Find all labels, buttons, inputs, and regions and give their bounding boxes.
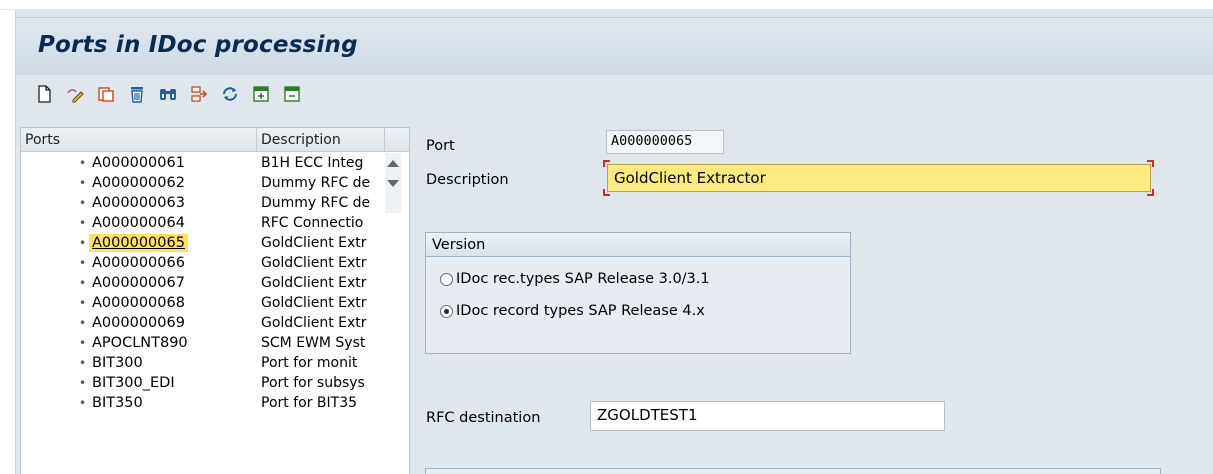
title-bar: Ports in IDoc processing bbox=[16, 17, 1213, 75]
ports-list-rows: • A000000061 B1H ECC Integ • A000000062 Dumm… bbox=[21, 153, 385, 413]
port-description: RFC Connectio bbox=[261, 215, 364, 231]
delete-icon[interactable] bbox=[125, 82, 149, 106]
list-item[interactable]: • A000000067 GoldClient Extr bbox=[21, 273, 385, 293]
where-used-icon[interactable] bbox=[187, 82, 211, 106]
port-name[interactable]: APOCLNT890 bbox=[89, 334, 191, 352]
port-name[interactable]: A000000068 bbox=[89, 294, 188, 312]
port-description: Port for monit bbox=[261, 355, 358, 371]
find-icon[interactable] bbox=[156, 82, 180, 106]
list-item[interactable]: • A000000064 RFC Connectio bbox=[21, 213, 385, 233]
create-icon[interactable] bbox=[32, 82, 56, 106]
toolbar bbox=[16, 75, 1213, 115]
list-item[interactable]: • BIT350 Port for BIT35 bbox=[21, 393, 385, 413]
version-group-title: Version bbox=[426, 233, 850, 257]
required-corner-mark bbox=[1147, 160, 1154, 167]
port-name[interactable]: A000000061 bbox=[89, 154, 188, 172]
port-description: GoldClient Extr bbox=[261, 295, 367, 311]
radio-release-3[interactable]: IDoc rec.types SAP Release 3.0/3.1 bbox=[440, 271, 710, 287]
change-icon[interactable] bbox=[63, 82, 87, 106]
next-group-box bbox=[425, 468, 1161, 474]
port-name[interactable]: A000000066 bbox=[89, 254, 188, 272]
page-title: Ports in IDoc processing bbox=[38, 32, 358, 58]
left-edge bbox=[0, 10, 16, 474]
ports-list-header: Ports Description bbox=[21, 128, 409, 152]
list-item[interactable]: • A000000061 B1H ECC Integ bbox=[21, 153, 385, 173]
list-item[interactable]: • BIT300_EDI Port for subsys bbox=[21, 373, 385, 393]
port-description: GoldClient Extr bbox=[261, 275, 367, 291]
port-name[interactable]: BIT300 bbox=[89, 354, 146, 372]
radio-label: IDoc record types SAP Release 4.x bbox=[456, 303, 705, 319]
description-input[interactable]: GoldClient Extractor bbox=[607, 164, 1151, 192]
required-corner-mark bbox=[603, 189, 610, 196]
bullet-icon: • bbox=[79, 156, 87, 170]
bullet-icon: • bbox=[79, 396, 87, 410]
bullet-icon: • bbox=[79, 316, 87, 330]
port-name[interactable]: BIT300_EDI bbox=[89, 374, 178, 392]
list-item[interactable]: • A000000062 Dummy RFC de bbox=[21, 173, 385, 193]
port-field: A000000065 bbox=[606, 130, 724, 154]
port-description: Port for subsys bbox=[261, 375, 365, 391]
bullet-icon: • bbox=[79, 276, 87, 290]
list-item[interactable]: • A000000068 GoldClient Extr bbox=[21, 293, 385, 313]
column-header-description[interactable]: Description bbox=[257, 128, 385, 152]
radio-off-icon[interactable] bbox=[440, 272, 453, 286]
ports-list-panel: Ports Description • A000000061 B1H ECC Int… bbox=[20, 127, 410, 474]
vertical-scrollbar[interactable] bbox=[385, 153, 401, 213]
sap-window: Ports in IDoc processing Ports Descripti… bbox=[16, 10, 1213, 474]
scroll-up-icon[interactable] bbox=[387, 160, 399, 167]
bullet-icon: • bbox=[79, 296, 87, 310]
radio-label: IDoc rec.types SAP Release 3.0/3.1 bbox=[456, 271, 710, 287]
top-strip bbox=[0, 0, 1213, 10]
radio-release-4[interactable]: IDoc record types SAP Release 4.x bbox=[440, 303, 705, 319]
required-corner-mark bbox=[603, 160, 610, 167]
port-name[interactable]: A000000069 bbox=[89, 314, 188, 332]
list-item[interactable]: • APOCLNT890 SCM EWM Syst bbox=[21, 333, 385, 353]
refresh-icon[interactable] bbox=[218, 82, 242, 106]
port-name[interactable]: A000000064 bbox=[89, 214, 188, 232]
column-header-ports[interactable]: Ports bbox=[21, 128, 257, 152]
list-item[interactable]: • A000000069 GoldClient Extr bbox=[21, 313, 385, 333]
list-item[interactable]: • BIT300 Port for monit bbox=[21, 353, 385, 373]
rfc-destination-input[interactable]: ZGOLDTEST1 bbox=[590, 401, 945, 431]
port-description: GoldClient Extr bbox=[261, 255, 367, 271]
port-name[interactable]: A000000062 bbox=[89, 174, 188, 192]
bullet-icon: • bbox=[79, 356, 87, 370]
list-item[interactable]: • A000000063 Dummy RFC de bbox=[21, 193, 385, 213]
rfc-destination-label: RFC destination bbox=[426, 410, 541, 426]
port-name[interactable]: A000000063 bbox=[89, 194, 188, 212]
port-description: B1H ECC Integ bbox=[261, 155, 364, 171]
bullet-icon: • bbox=[79, 236, 87, 250]
port-description: Port for BIT35 bbox=[261, 395, 358, 411]
port-name[interactable]: BIT350 bbox=[89, 394, 146, 412]
port-description: Dummy RFC de bbox=[261, 195, 371, 211]
expand-icon[interactable] bbox=[249, 82, 273, 106]
bullet-icon: • bbox=[79, 336, 87, 350]
collapse-icon[interactable] bbox=[280, 82, 304, 106]
description-label: Description bbox=[426, 172, 509, 188]
list-item[interactable]: • A000000066 GoldClient Extr bbox=[21, 253, 385, 273]
copy-icon[interactable] bbox=[94, 82, 118, 106]
bullet-icon: • bbox=[79, 176, 87, 190]
port-description: Dummy RFC de bbox=[261, 175, 371, 191]
port-name-selected[interactable]: A000000065 bbox=[89, 234, 188, 252]
bullet-icon: • bbox=[79, 216, 87, 230]
bullet-icon: • bbox=[79, 376, 87, 390]
port-name[interactable]: A000000067 bbox=[89, 274, 188, 292]
port-label: Port bbox=[426, 138, 455, 154]
bullet-icon: • bbox=[79, 256, 87, 270]
list-item-selected[interactable]: • A000000065 GoldClient Extr bbox=[21, 233, 385, 253]
radio-on-icon[interactable] bbox=[440, 304, 453, 318]
bullet-icon: • bbox=[79, 196, 87, 210]
port-description: SCM EWM Syst bbox=[261, 335, 366, 351]
required-corner-mark bbox=[1147, 189, 1154, 196]
version-group: Version IDoc rec.types SAP Release 3.0/3… bbox=[425, 232, 851, 354]
port-description: GoldClient Extr bbox=[261, 315, 367, 331]
port-description: GoldClient Extr bbox=[261, 235, 367, 251]
scroll-down-icon[interactable] bbox=[387, 180, 399, 187]
